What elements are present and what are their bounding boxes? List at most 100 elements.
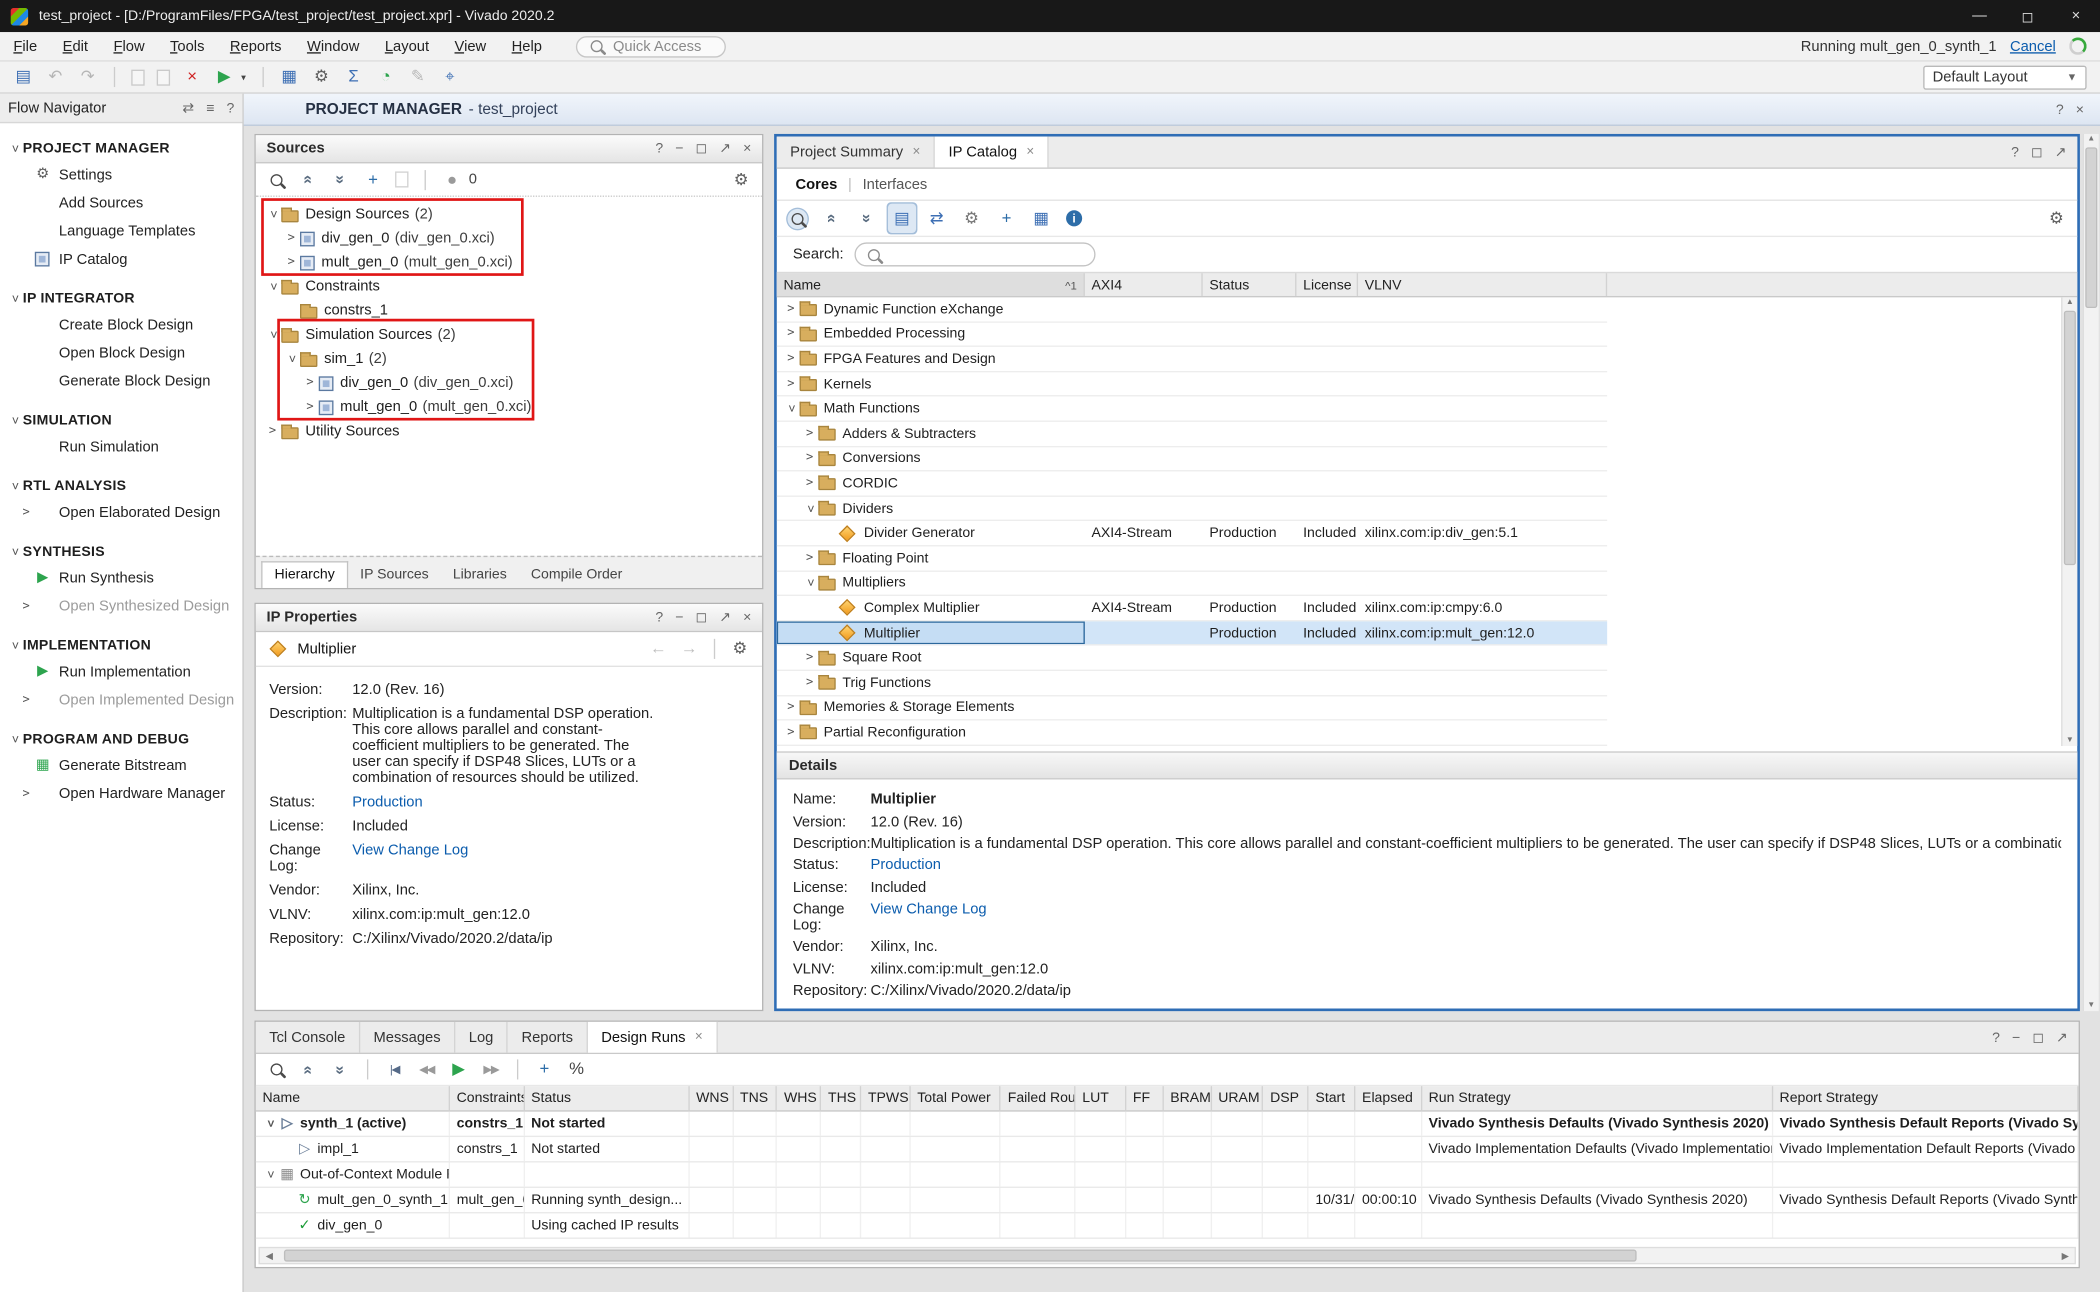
elaborate-icon[interactable]: ▦ xyxy=(279,66,299,87)
back-icon[interactable]: ← xyxy=(648,638,668,659)
expand-all-icon[interactable]: » xyxy=(330,169,351,189)
catalog-row-adders-subtracters[interactable]: >Adders & Subtracters xyxy=(777,422,1607,447)
minimize-icon[interactable]: − xyxy=(675,141,683,157)
scroll-up-icon[interactable]: ▲ xyxy=(2084,135,2099,143)
column-header-lut[interactable]: LUT xyxy=(1076,1086,1127,1110)
column-header-constraints[interactable]: Constraints xyxy=(450,1086,525,1110)
catalog-row-embedded-processing[interactable]: >Embedded Processing xyxy=(777,322,1607,347)
cancel-run-link[interactable]: Cancel xyxy=(2010,38,2056,54)
menu-file[interactable]: File xyxy=(13,38,37,54)
catalog-row-kernels[interactable]: >Kernels xyxy=(777,372,1607,397)
section-expander-icon[interactable]: > xyxy=(7,477,20,494)
cancel-run-icon[interactable]: × xyxy=(182,66,202,87)
menu-icon[interactable]: ≡ xyxy=(206,100,214,116)
info-icon[interactable]: i xyxy=(1066,210,1082,226)
column-header-elapsed[interactable]: Elapsed xyxy=(1355,1086,1422,1110)
column-header-start[interactable]: Start xyxy=(1309,1086,1356,1110)
expander-icon[interactable]: > xyxy=(283,256,300,269)
subtab-cores[interactable]: Cores xyxy=(796,176,838,192)
catalog-row-conversions[interactable]: >Conversions xyxy=(777,447,1607,472)
expander-icon[interactable]: > xyxy=(782,352,799,365)
item-expander-icon[interactable]: > xyxy=(17,693,34,706)
collapse-all-icon[interactable]: « xyxy=(822,208,843,228)
close-button[interactable]: × xyxy=(2052,0,2100,32)
column-header-name[interactable]: Name xyxy=(256,1086,450,1110)
search-icon[interactable] xyxy=(271,173,283,185)
runs-horizontal-scrollbar[interactable]: ◀ ▶ xyxy=(258,1247,2075,1264)
open-file-icon[interactable] xyxy=(395,171,408,187)
catalog-vertical-scrollbar[interactable]: ▲ ▼ xyxy=(2061,297,2077,746)
flow-item-create-block-design[interactable]: Create Block Design xyxy=(0,311,242,339)
close-icon[interactable]: × xyxy=(2076,101,2084,117)
copy-icon[interactable] xyxy=(131,69,144,85)
forward-icon[interactable]: → xyxy=(679,638,699,659)
sources-tree-item-design-sources[interactable]: >Design Sources(2) xyxy=(256,202,762,226)
collapse-all-icon[interactable]: « xyxy=(298,169,319,189)
field-value[interactable]: View Change Log xyxy=(871,901,987,933)
help-icon[interactable]: ? xyxy=(655,141,663,157)
maximize-icon[interactable]: ↗ xyxy=(2055,144,2067,160)
column-header-uram[interactable]: URAM xyxy=(1211,1086,1263,1110)
menu-layout[interactable]: Layout xyxy=(385,38,429,54)
float-icon[interactable]: ◻ xyxy=(2032,1029,2044,1045)
run-icon-dropdown[interactable]: ▾ xyxy=(241,72,246,83)
timing-clock-icon[interactable]: ◔ xyxy=(376,66,396,87)
sources-tree-item-div-gen-0[interactable]: >div_gen_0(div_gen_0.xci) xyxy=(256,371,762,395)
create-run-icon[interactable]: + xyxy=(534,1059,554,1080)
customize-ip-icon[interactable]: ⚙ xyxy=(962,208,982,229)
tab-project-summary[interactable]: Project Summary× xyxy=(777,137,935,168)
flow-section-rtl-analysis[interactable]: >RTL ANALYSIS xyxy=(0,461,242,499)
flow-section-simulation[interactable]: >SIMULATION xyxy=(0,395,242,433)
item-expander-icon[interactable]: > xyxy=(17,599,34,612)
run-row-mult-gen-0-synth-1[interactable]: ↻mult_gen_0_synth_1mult_gen_0Running syn… xyxy=(256,1188,2079,1213)
group-by-taxonomy-icon[interactable]: ▤ xyxy=(892,208,912,229)
expander-icon[interactable]: > xyxy=(801,551,818,564)
catalog-row-complex-multiplier[interactable]: Complex MultiplierAXI4-StreamProductionI… xyxy=(777,596,1607,621)
restore-defaults-icon[interactable]: ⇄ xyxy=(927,208,947,229)
scroll-down-icon[interactable]: ▼ xyxy=(2084,1002,2099,1010)
expander-icon[interactable]: > xyxy=(266,278,279,295)
scrollbar-thumb[interactable] xyxy=(2085,147,2097,308)
catalog-row-memories-storage-elements[interactable]: >Memories & Storage Elements xyxy=(777,696,1607,721)
column-header-status[interactable]: Status xyxy=(1203,273,1297,296)
tab-ip-catalog[interactable]: IP Catalog× xyxy=(935,137,1049,168)
column-header-report-strategy[interactable]: Report Strategy xyxy=(1773,1086,2079,1110)
catalog-row-floating-point[interactable]: >Floating Point xyxy=(777,546,1607,571)
flow-item-ip-catalog[interactable]: IP Catalog xyxy=(0,245,242,273)
collapse-all-icon[interactable]: « xyxy=(298,1059,319,1079)
redo-icon[interactable]: ↷ xyxy=(78,66,98,87)
close-icon[interactable]: × xyxy=(743,609,751,625)
help-icon[interactable]: ? xyxy=(2056,101,2064,117)
scrollbar-thumb[interactable] xyxy=(284,1250,1637,1262)
minimize-button[interactable]: — xyxy=(1955,0,2003,32)
expander-icon[interactable]: > xyxy=(801,477,818,490)
scroll-left-icon[interactable]: ◀ xyxy=(260,1250,279,1261)
sources-tree-item-div-gen-0[interactable]: >div_gen_0(div_gen_0.xci) xyxy=(256,226,762,250)
expander-icon[interactable]: > xyxy=(266,326,279,343)
scroll-up-icon[interactable]: ▲ xyxy=(2063,299,2078,307)
menu-window[interactable]: Window xyxy=(307,38,359,54)
section-expander-icon[interactable]: > xyxy=(7,290,20,307)
expander-icon[interactable]: > xyxy=(264,425,281,438)
catalog-row-square-root[interactable]: >Square Root xyxy=(777,646,1607,671)
menu-reports[interactable]: Reports xyxy=(230,38,282,54)
maximize-icon[interactable]: ↗ xyxy=(719,141,731,157)
section-expander-icon[interactable]: > xyxy=(7,543,20,560)
sources-tab-libraries[interactable]: Libraries xyxy=(441,563,519,588)
menu-edit[interactable]: Edit xyxy=(63,38,88,54)
properties-settings-icon[interactable]: ⚙ xyxy=(730,638,750,659)
expander-icon[interactable]: > xyxy=(263,1166,276,1183)
open-file-icon[interactable]: ▤ xyxy=(13,66,33,87)
column-header-name[interactable]: Name^1 xyxy=(777,273,1085,296)
search-icon[interactable] xyxy=(271,1063,283,1075)
column-header-whs[interactable]: WHS xyxy=(777,1086,821,1110)
catalog-row-trig-functions[interactable]: >Trig Functions xyxy=(777,671,1607,696)
column-header-failed-routes[interactable]: Failed Routes xyxy=(1001,1086,1076,1110)
section-expander-icon[interactable]: > xyxy=(7,637,20,654)
column-header-dsp[interactable]: DSP xyxy=(1263,1086,1308,1110)
expander-icon[interactable]: > xyxy=(801,676,818,689)
flow-item-add-sources[interactable]: Add Sources xyxy=(0,189,242,217)
launch-runs-icon[interactable]: ▶ xyxy=(449,1059,469,1080)
tab-close-icon[interactable]: × xyxy=(695,1030,703,1045)
float-icon[interactable]: ◻ xyxy=(696,141,708,157)
